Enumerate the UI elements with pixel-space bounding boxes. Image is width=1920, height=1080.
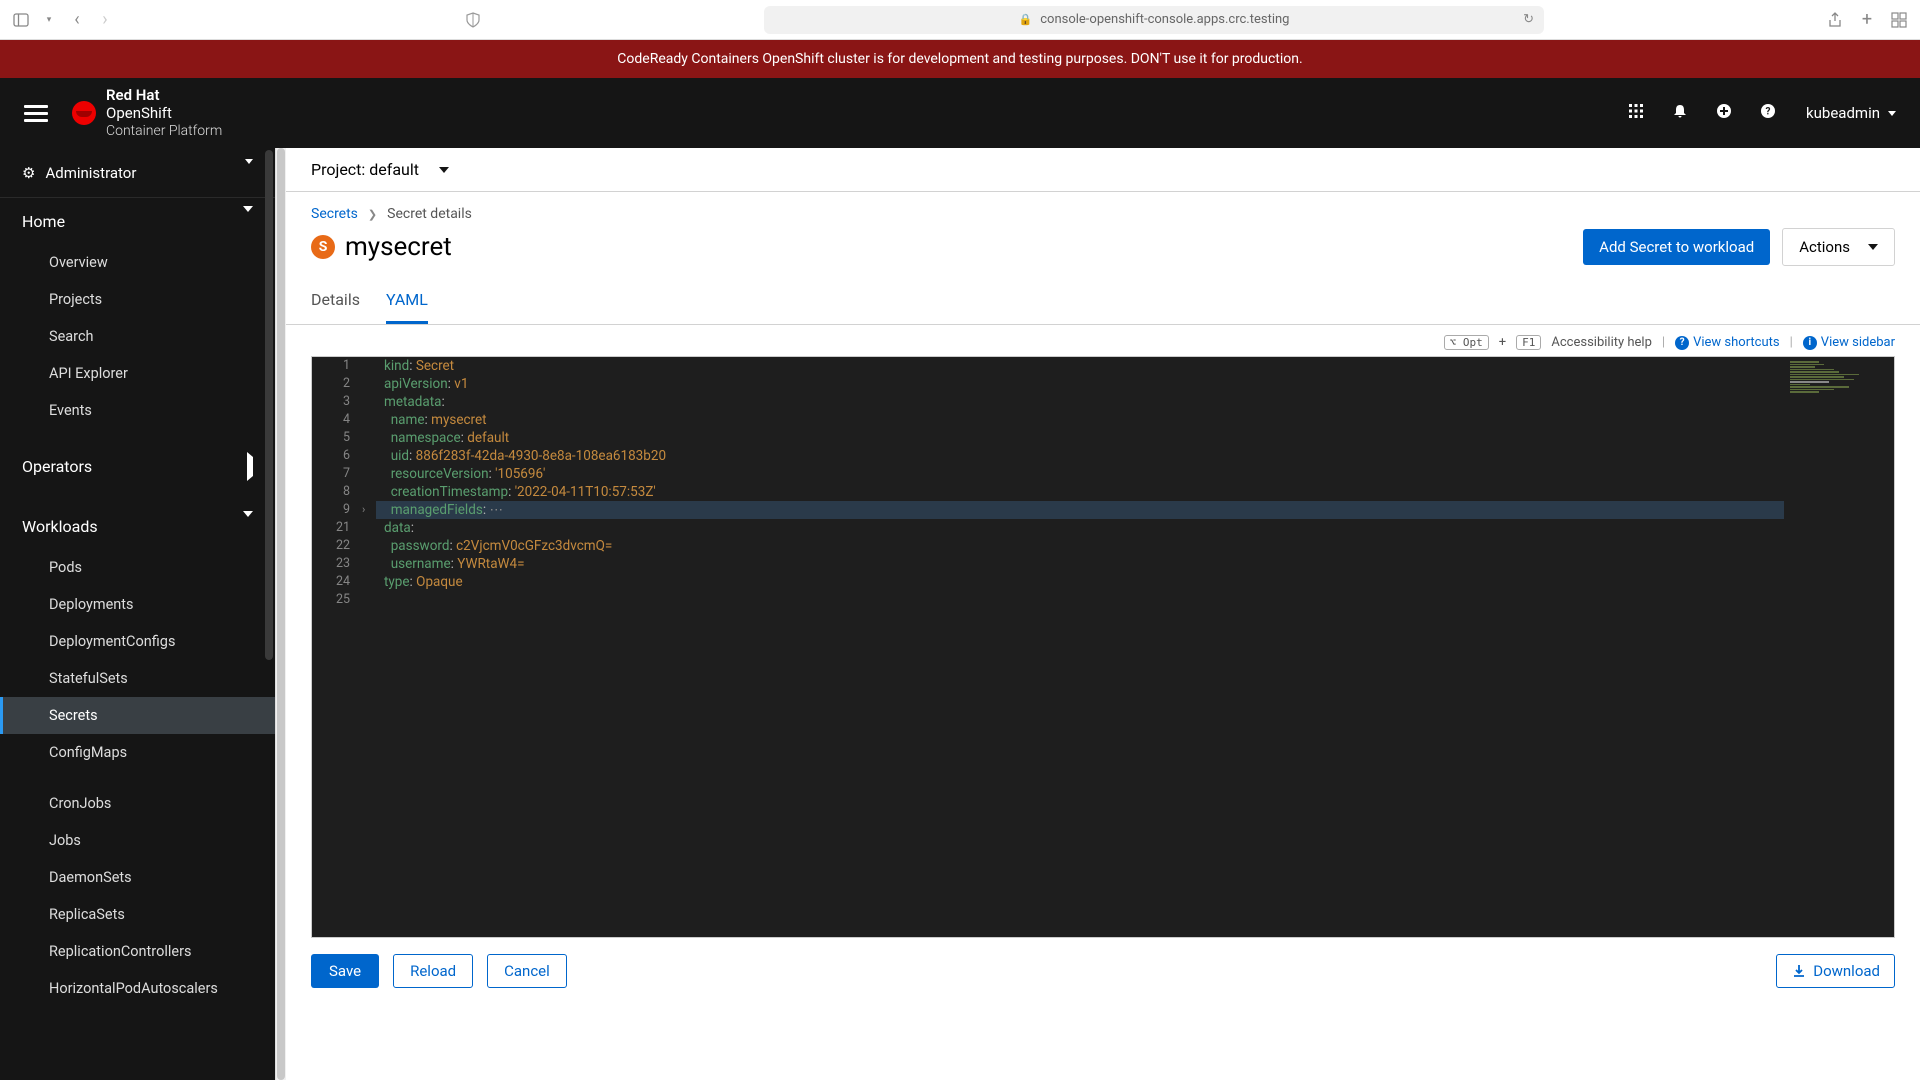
nav-item-replicasets[interactable]: ReplicaSets xyxy=(0,896,275,933)
chevron-right-icon xyxy=(247,452,253,481)
nav-item-configmaps[interactable]: ConfigMaps xyxy=(0,734,275,771)
nav-item-cronjobs[interactable]: CronJobs xyxy=(0,785,275,822)
warning-banner-text: CodeReady Containers OpenShift cluster i… xyxy=(617,51,1302,67)
save-button[interactable]: Save xyxy=(311,954,379,988)
breadcrumb-root[interactable]: Secrets xyxy=(311,206,358,222)
nav-item-pods[interactable]: Pods xyxy=(0,549,275,586)
download-icon xyxy=(1791,963,1807,979)
perspective-label: Administrator xyxy=(45,164,136,182)
nav-item-daemonsets[interactable]: DaemonSets xyxy=(0,859,275,896)
sidebar-scrollbar[interactable] xyxy=(265,150,273,660)
import-icon[interactable] xyxy=(1716,103,1732,123)
dropdown-icon[interactable]: ▾ xyxy=(40,11,58,29)
brand-line1: Red Hat xyxy=(106,86,160,104)
editor-code-area[interactable]: kind: SecretapiVersion: v1metadata: name… xyxy=(376,357,1784,937)
content-area: Project: default Secrets ❯ Secret detail… xyxy=(275,148,1920,1080)
nav-item-overview[interactable]: Overview xyxy=(0,244,275,281)
nav-item-api-explorer[interactable]: API Explorer xyxy=(0,355,275,392)
editor-minimap[interactable] xyxy=(1784,357,1894,937)
view-sidebar-link[interactable]: iView sidebar xyxy=(1803,335,1895,350)
nav-item-replicationcontrollers[interactable]: ReplicationControllers xyxy=(0,933,275,970)
privacy-shield-icon[interactable] xyxy=(464,11,482,29)
tab-yaml[interactable]: YAML xyxy=(386,280,428,324)
app-launcher-icon[interactable] xyxy=(1628,103,1644,123)
notifications-icon[interactable] xyxy=(1672,103,1688,123)
chevron-down-icon xyxy=(243,206,253,231)
nav-item-deployments[interactable]: Deployments xyxy=(0,586,275,623)
editor-actions: Save Reload Cancel Download xyxy=(286,938,1920,998)
caret-down-icon xyxy=(245,159,253,182)
nav-item-hpa[interactable]: HorizontalPodAutoscalers xyxy=(0,970,275,1007)
user-menu[interactable]: kubeadmin xyxy=(1806,104,1896,122)
yaml-editor[interactable]: 1234567892122232425 › kind: SecretapiVer… xyxy=(311,356,1895,938)
gear-icon: ⚙ xyxy=(22,164,35,182)
editor-gutter: 1234567892122232425 xyxy=(312,357,362,937)
share-icon[interactable] xyxy=(1826,11,1844,29)
info-icon: i xyxy=(1803,336,1817,350)
chevron-down-icon xyxy=(243,511,253,536)
view-shortcuts-link[interactable]: ?View shortcuts xyxy=(1675,335,1780,350)
chevron-right-icon: ❯ xyxy=(368,208,377,221)
new-tab-icon[interactable]: + xyxy=(1858,11,1876,29)
help-icon[interactable]: ? xyxy=(1760,103,1776,123)
back-icon[interactable]: ‹ xyxy=(68,11,86,29)
masthead: Red Hat OpenShift Container Platform ? k… xyxy=(0,78,1920,148)
tabs: Details YAML xyxy=(286,280,1920,325)
nav-item-search[interactable]: Search xyxy=(0,318,275,355)
nav-item-jobs[interactable]: Jobs xyxy=(0,822,275,859)
nav-section-home[interactable]: Home xyxy=(0,198,275,244)
nav-toggle-button[interactable] xyxy=(24,101,48,125)
caret-down-icon xyxy=(439,167,449,173)
breadcrumb-leaf: Secret details xyxy=(387,206,472,222)
page-title: mysecret xyxy=(345,232,452,262)
nav-section-label: Home xyxy=(22,212,65,231)
nav-item-deploymentconfigs[interactable]: DeploymentConfigs xyxy=(0,623,275,660)
kbd-opt: ⌥ Opt xyxy=(1444,335,1489,350)
address-bar[interactable]: 🔒 console-openshift-console.apps.crc.tes… xyxy=(764,6,1544,34)
address-url: console-openshift-console.apps.crc.testi… xyxy=(1040,12,1289,27)
breadcrumb: Secrets ❯ Secret details xyxy=(286,192,1920,222)
nav-section-label: Workloads xyxy=(22,517,98,536)
project-selector[interactable]: Project: default xyxy=(286,148,1920,192)
redhat-logo-icon xyxy=(72,101,96,125)
add-to-workload-button[interactable]: Add Secret to workload xyxy=(1583,229,1770,265)
caret-down-icon xyxy=(1888,111,1896,116)
tab-overview-icon[interactable] xyxy=(1890,11,1908,29)
nav-item-statefulsets[interactable]: StatefulSets xyxy=(0,660,275,697)
nav-item-secrets[interactable]: Secrets xyxy=(0,697,275,734)
actions-menu-button[interactable]: Actions xyxy=(1782,228,1895,266)
forward-icon[interactable]: › xyxy=(96,11,114,29)
kbd-f1: F1 xyxy=(1516,335,1541,350)
brand-line2: OpenShift xyxy=(106,104,172,122)
a11y-help-label: Accessibility help xyxy=(1551,335,1652,350)
browser-toolbar: ▾ ‹ › 🔒 console-openshift-console.apps.c… xyxy=(0,0,1920,40)
cancel-button[interactable]: Cancel xyxy=(487,954,567,988)
nav-item-projects[interactable]: Projects xyxy=(0,281,275,318)
nav-item-events[interactable]: Events xyxy=(0,392,275,429)
reload-button[interactable]: Reload xyxy=(393,954,473,988)
editor-toolbar: ⌥ Opt + F1 Accessibility help | ?View sh… xyxy=(286,325,1920,356)
brand-line3: Container Platform xyxy=(106,123,222,139)
nav-section-workloads[interactable]: Workloads xyxy=(0,503,275,549)
tab-details[interactable]: Details xyxy=(311,280,360,324)
sidebar-toggle-icon[interactable] xyxy=(12,11,30,29)
nav-section-operators[interactable]: Operators xyxy=(0,443,275,489)
svg-text:?: ? xyxy=(1766,107,1771,118)
user-name: kubeadmin xyxy=(1806,104,1880,122)
question-icon: ? xyxy=(1675,336,1689,350)
brand: Red Hat OpenShift Container Platform xyxy=(72,86,222,140)
nav-section-label: Operators xyxy=(22,457,92,476)
resource-badge: S xyxy=(311,235,335,259)
download-button[interactable]: Download xyxy=(1776,954,1895,988)
lock-icon: 🔒 xyxy=(1019,13,1033,26)
caret-down-icon xyxy=(1868,244,1878,250)
content-scrollbar[interactable] xyxy=(276,148,286,1080)
warning-banner: CodeReady Containers OpenShift cluster i… xyxy=(0,40,1920,78)
reload-icon[interactable]: ↻ xyxy=(1523,12,1534,27)
perspective-switcher[interactable]: ⚙ Administrator xyxy=(0,148,275,198)
sidebar: ⚙ Administrator Home Overview Projects S… xyxy=(0,148,275,1080)
